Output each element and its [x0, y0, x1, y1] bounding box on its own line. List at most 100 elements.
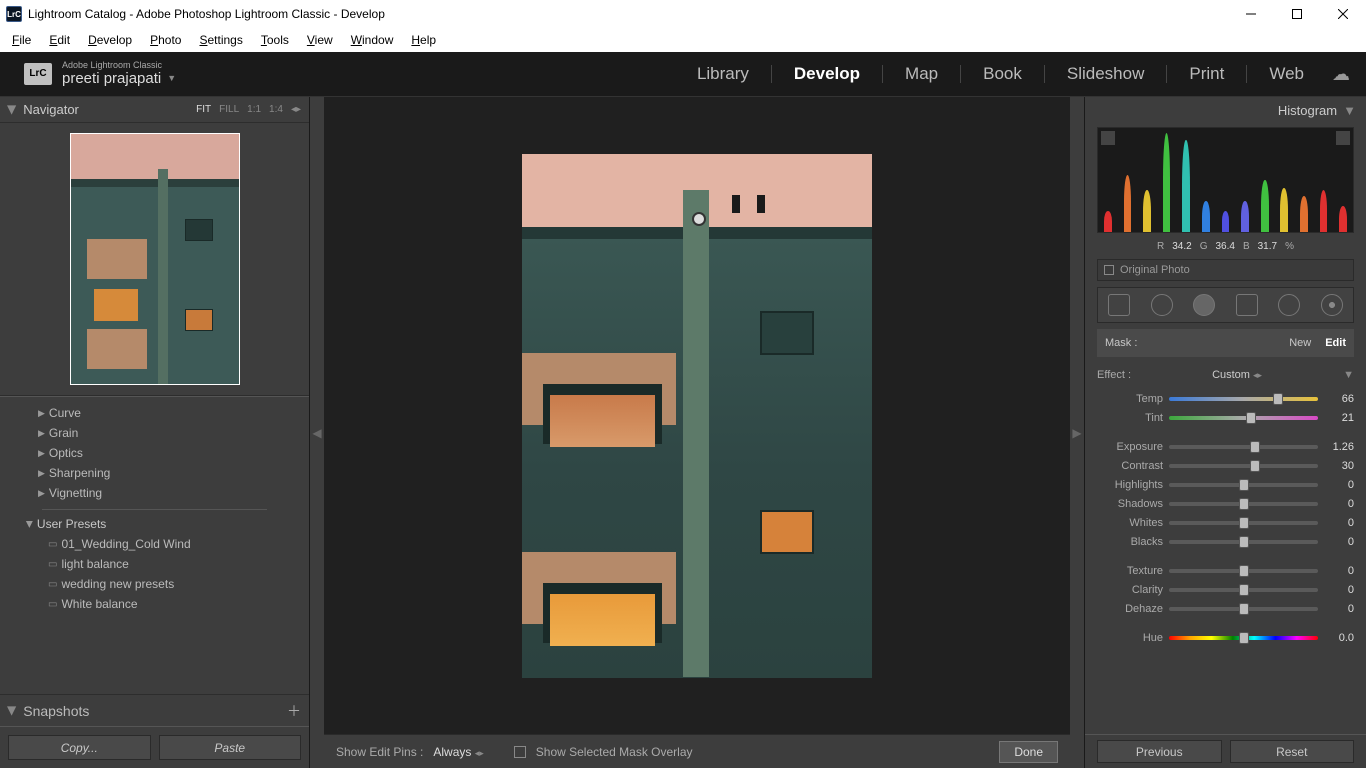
slider-temp[interactable]: Temp66 — [1097, 389, 1354, 408]
right-panel-toggle[interactable]: ▶ — [1070, 97, 1084, 768]
navigator-header[interactable]: ▶ Navigator FIT FILL 1:1 1:4 ◂▸ — [0, 97, 309, 123]
mask-new[interactable]: New — [1289, 337, 1311, 349]
preset-group-grain[interactable]: ▶Grain — [0, 423, 309, 443]
cloud-sync-icon[interactable]: ☁ — [1332, 64, 1350, 85]
slider-knob[interactable] — [1250, 460, 1260, 472]
snapshots-header[interactable]: ▶ Snapshots ＋ — [0, 694, 309, 726]
slider-shadows[interactable]: Shadows0 — [1097, 494, 1354, 513]
menu-photo[interactable]: Photo — [142, 30, 189, 50]
slider-track[interactable] — [1169, 483, 1318, 487]
slider-hue[interactable]: Hue0.0 — [1097, 628, 1354, 647]
menu-settings[interactable]: Settings — [191, 30, 250, 50]
slider-track[interactable] — [1169, 521, 1318, 525]
slider-knob[interactable] — [1250, 441, 1260, 453]
slider-knob[interactable] — [1239, 603, 1249, 615]
preset-group-curve[interactable]: ▶Curve — [0, 403, 309, 423]
effect-dropdown[interactable]: Custom ◂▸ — [1212, 369, 1262, 381]
preset-item[interactable]: ▭01_Wedding_Cold Wind — [0, 534, 309, 554]
navigator-thumbnail[interactable] — [70, 133, 240, 385]
red-eye-tool[interactable] — [1278, 294, 1300, 316]
module-map[interactable]: Map — [905, 64, 938, 84]
slider-knob[interactable] — [1246, 412, 1256, 424]
edit-pins-dropdown[interactable]: Always ◂▸ — [433, 745, 483, 759]
preset-group-vignetting[interactable]: ▶Vignetting — [0, 483, 309, 503]
spot-removal-tool[interactable] — [1151, 294, 1173, 316]
adjustment-brush-tool[interactable] — [1321, 294, 1343, 316]
photo[interactable] — [522, 154, 872, 678]
preset-group-user[interactable]: ▶User Presets — [0, 514, 309, 534]
histogram[interactable] — [1097, 127, 1354, 233]
reset-button[interactable]: Reset — [1230, 740, 1355, 763]
mask-overlay-checkbox[interactable] — [514, 746, 526, 758]
menu-file[interactable]: File — [4, 30, 39, 50]
module-library[interactable]: Library — [697, 64, 749, 84]
slider-track[interactable] — [1169, 397, 1318, 401]
slider-knob[interactable] — [1239, 536, 1249, 548]
maximize-button[interactable] — [1274, 0, 1320, 28]
close-button[interactable] — [1320, 0, 1366, 28]
preset-group-sharpening[interactable]: ▶Sharpening — [0, 463, 309, 483]
preset-item[interactable]: ▭light balance — [0, 554, 309, 574]
histogram-header[interactable]: Histogram ▼ — [1085, 97, 1366, 123]
slider-dehaze[interactable]: Dehaze0 — [1097, 599, 1354, 618]
menu-help[interactable]: Help — [403, 30, 444, 50]
module-slideshow[interactable]: Slideshow — [1067, 64, 1145, 84]
menu-edit[interactable]: Edit — [41, 30, 78, 50]
preset-item[interactable]: ▭White balance — [0, 594, 309, 614]
slider-exposure[interactable]: Exposure1.26 — [1097, 437, 1354, 456]
nav-zoom-stepper[interactable]: ◂▸ — [291, 104, 301, 115]
menu-view[interactable]: View — [299, 30, 341, 50]
slider-blacks[interactable]: Blacks0 — [1097, 532, 1354, 551]
radial-filter-tool[interactable] — [1193, 294, 1215, 316]
slider-track[interactable] — [1169, 636, 1318, 640]
minimize-button[interactable] — [1228, 0, 1274, 28]
preset-group-optics[interactable]: ▶Optics — [0, 443, 309, 463]
nav-fill[interactable]: FILL — [219, 104, 239, 115]
original-photo-toggle[interactable]: Original Photo — [1097, 259, 1354, 281]
mask-edit[interactable]: Edit — [1325, 337, 1346, 349]
preset-item[interactable]: ▭wedding new presets — [0, 574, 309, 594]
menu-develop[interactable]: Develop — [80, 30, 140, 50]
paste-button[interactable]: Paste — [159, 735, 302, 760]
clipping-shadow-icon[interactable] — [1101, 131, 1115, 145]
slider-tint[interactable]: Tint21 — [1097, 408, 1354, 427]
menu-window[interactable]: Window — [343, 30, 402, 50]
nav-1-1[interactable]: 1:1 — [247, 104, 261, 115]
slider-knob[interactable] — [1239, 584, 1249, 596]
slider-knob[interactable] — [1273, 393, 1283, 405]
slider-clarity[interactable]: Clarity0 — [1097, 580, 1354, 599]
slider-highlights[interactable]: Highlights0 — [1097, 475, 1354, 494]
slider-knob[interactable] — [1239, 632, 1249, 644]
menu-tools[interactable]: Tools — [253, 30, 297, 50]
nav-fit[interactable]: FIT — [196, 104, 211, 115]
slider-whites[interactable]: Whites0 — [1097, 513, 1354, 532]
effect-disclosure-icon[interactable]: ▼ — [1343, 369, 1354, 381]
clipping-highlight-icon[interactable] — [1336, 131, 1350, 145]
module-book[interactable]: Book — [983, 64, 1022, 84]
slider-track[interactable] — [1169, 607, 1318, 611]
module-print[interactable]: Print — [1189, 64, 1224, 84]
add-snapshot-button[interactable]: ＋ — [287, 701, 301, 721]
slider-track[interactable] — [1169, 588, 1318, 592]
crop-tool[interactable] — [1108, 294, 1130, 316]
identity-plate[interactable]: preeti prajapati — [62, 71, 161, 88]
slider-track[interactable] — [1169, 502, 1318, 506]
module-web[interactable]: Web — [1269, 64, 1304, 84]
edit-pin[interactable] — [692, 212, 706, 226]
done-button[interactable]: Done — [999, 741, 1058, 763]
slider-knob[interactable] — [1239, 479, 1249, 491]
slider-knob[interactable] — [1239, 498, 1249, 510]
module-develop[interactable]: Develop — [794, 64, 860, 84]
slider-knob[interactable] — [1239, 565, 1249, 577]
slider-texture[interactable]: Texture0 — [1097, 561, 1354, 580]
slider-knob[interactable] — [1239, 517, 1249, 529]
slider-track[interactable] — [1169, 569, 1318, 573]
slider-track[interactable] — [1169, 540, 1318, 544]
graduated-filter-tool[interactable] — [1236, 294, 1258, 316]
nav-1-4[interactable]: 1:4 — [269, 104, 283, 115]
photo-canvas[interactable] — [324, 97, 1070, 734]
slider-track[interactable] — [1169, 464, 1318, 468]
slider-contrast[interactable]: Contrast30 — [1097, 456, 1354, 475]
slider-track[interactable] — [1169, 416, 1318, 420]
navigator-preview[interactable] — [0, 123, 309, 396]
